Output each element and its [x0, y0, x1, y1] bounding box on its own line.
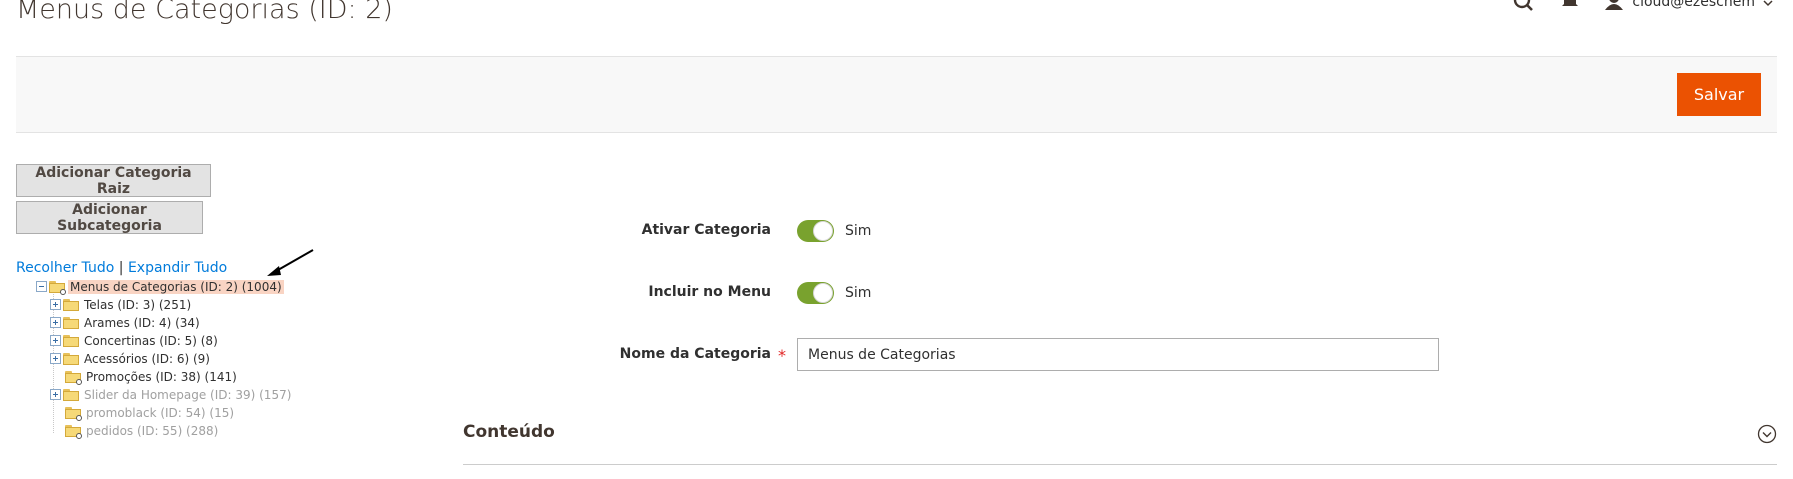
required-asterisk: * — [778, 346, 786, 365]
expand-toggle-icon[interactable] — [50, 335, 61, 346]
folder-icon — [63, 388, 79, 401]
save-button[interactable]: Salvar — [1677, 73, 1761, 116]
folder-search-icon — [65, 424, 82, 439]
header-actions: cloud@ezeschem — [1512, 0, 1773, 14]
category-name-input[interactable] — [797, 338, 1439, 371]
include-in-menu-toggle[interactable] — [797, 282, 834, 304]
include-in-menu-label: Incluir no Menu — [648, 284, 771, 300]
tree-node-label[interactable]: Acessórios (ID: 6) (9) — [82, 352, 212, 366]
user-icon — [1605, 0, 1624, 10]
search-icon[interactable] — [1512, 0, 1536, 14]
tree-node-root[interactable]: Menus de Categorias (ID: 2) (1004) — [36, 278, 284, 295]
tree-node-label[interactable]: pedidos (ID: 55) (288) — [84, 424, 220, 438]
tree-node[interactable]: Concertinas (ID: 5) (8) — [50, 332, 220, 349]
user-name: cloud@ezeschem — [1632, 0, 1755, 10]
add-root-category-button[interactable]: Adicionar Categoria Raiz — [16, 164, 211, 197]
tree-node-label[interactable]: Concertinas (ID: 5) (8) — [82, 334, 220, 348]
expand-toggle-icon[interactable] — [50, 317, 61, 328]
expand-toggle-icon[interactable] — [50, 299, 61, 310]
user-menu[interactable]: cloud@ezeschem — [1604, 0, 1773, 12]
folder-icon — [63, 352, 79, 365]
tree-node[interactable]: Telas (ID: 3) (251) — [50, 296, 193, 313]
enable-category-value: Sim — [845, 223, 872, 239]
tree-node-label[interactable]: Promoções (ID: 38) (141) — [84, 370, 239, 384]
tree-controls-separator: | — [118, 260, 124, 276]
tree-node-label[interactable]: Telas (ID: 3) (251) — [82, 298, 193, 312]
tree-node-label[interactable]: Slider da Homepage (ID: 39) (157) — [82, 388, 293, 402]
chevron-down-icon — [1763, 0, 1773, 7]
tree-node[interactable]: pedidos (ID: 55) (288) — [50, 422, 220, 439]
page-title: Menus de Categorias (ID: 2) — [16, 0, 393, 25]
collapse-toggle-icon[interactable] — [36, 281, 47, 292]
enable-category-toggle[interactable] — [797, 220, 834, 242]
add-subcategory-button[interactable]: Adicionar Subcategoria — [16, 201, 203, 234]
content-section-header[interactable]: Conteúdo — [463, 410, 1777, 465]
collapse-all-link[interactable]: Recolher Tudo — [16, 260, 114, 276]
tree-node[interactable]: Acessórios (ID: 6) (9) — [50, 350, 212, 367]
tree-controls: Recolher Tudo | Expandir Tudo — [16, 260, 227, 276]
folder-search-icon — [65, 370, 82, 385]
annotation-arrow-icon — [267, 249, 314, 276]
chevron-circle-down-icon[interactable] — [1757, 424, 1777, 444]
tree-node-label[interactable]: promoblack (ID: 54) (15) — [84, 406, 236, 420]
folder-icon — [63, 334, 79, 347]
category-name-label: Nome da Categoria — [619, 346, 771, 362]
folder-search-icon — [65, 406, 82, 421]
folder-search-icon — [49, 280, 66, 295]
folder-icon — [63, 316, 79, 329]
tree-node[interactable]: Arames (ID: 4) (34) — [50, 314, 202, 331]
page-actions-bar: Salvar — [16, 56, 1777, 133]
section-title: Conteúdo — [463, 422, 555, 442]
enable-category-label: Ativar Categoria — [641, 222, 771, 238]
include-in-menu-value: Sim — [845, 285, 872, 301]
expand-toggle-icon[interactable] — [50, 353, 61, 364]
bell-icon[interactable] — [1558, 0, 1582, 14]
folder-icon — [63, 298, 79, 311]
tree-node[interactable]: Promoções (ID: 38) (141) — [50, 368, 239, 385]
tree-node[interactable]: Slider da Homepage (ID: 39) (157) — [50, 386, 293, 403]
expand-all-link[interactable]: Expandir Tudo — [128, 260, 227, 276]
expand-toggle-icon[interactable] — [50, 389, 61, 400]
tree-node-label[interactable]: Menus de Categorias (ID: 2) (1004) — [68, 279, 284, 294]
tree-node-label[interactable]: Arames (ID: 4) (34) — [82, 316, 202, 330]
tree-node[interactable]: promoblack (ID: 54) (15) — [50, 404, 236, 421]
